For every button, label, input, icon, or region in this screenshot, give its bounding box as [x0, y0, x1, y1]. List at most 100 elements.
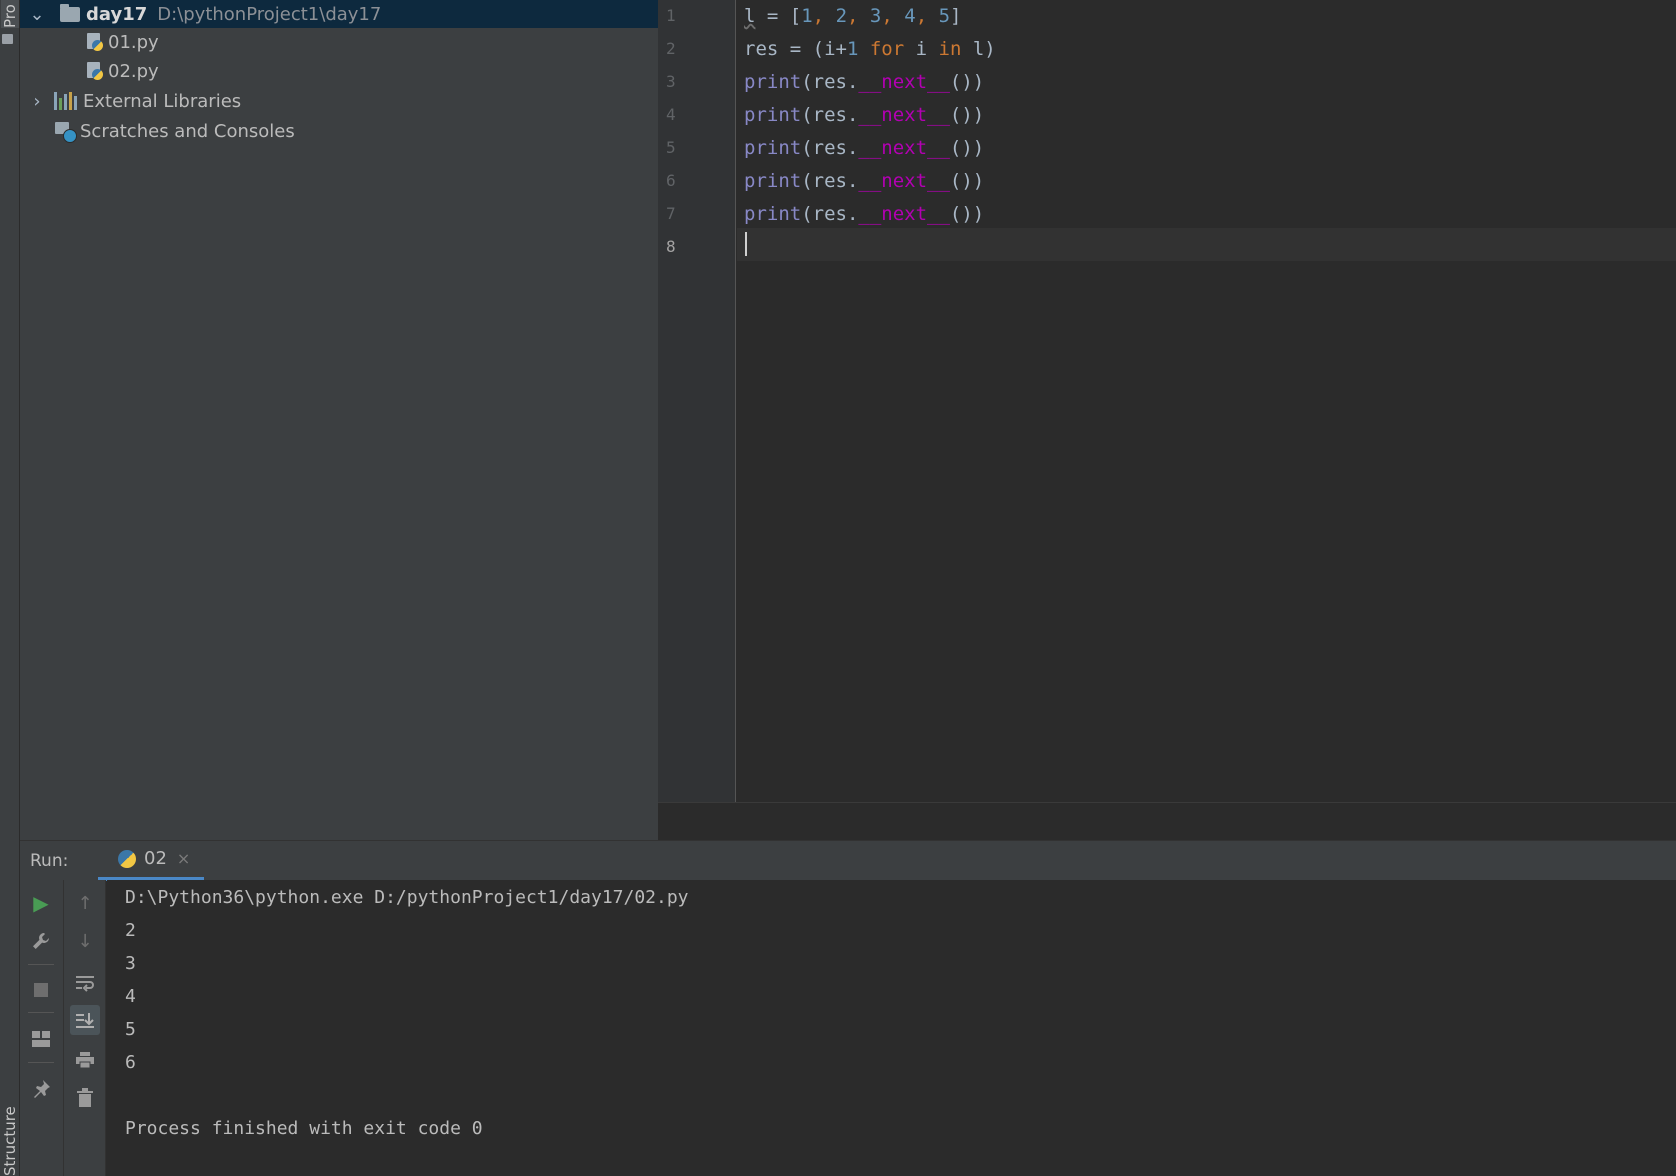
print-icon[interactable] — [70, 1045, 100, 1075]
file-name: 02.py — [108, 60, 159, 82]
code-token: , — [847, 5, 870, 27]
stop-icon[interactable] — [26, 975, 56, 1005]
run-tab-label: 02 — [144, 848, 167, 869]
line-number: 5 — [666, 138, 676, 157]
toolbar-divider — [63, 880, 64, 1176]
code-token: 1 — [846, 38, 859, 60]
chevron-down-icon[interactable]: ⌄ — [28, 4, 46, 25]
toolbar-separator — [28, 1062, 54, 1063]
code-token: (res. — [801, 170, 859, 192]
toolbar-separator — [28, 964, 54, 965]
line-number: 7 — [666, 204, 676, 223]
code-token: , — [812, 5, 836, 27]
code-token: (res. — [801, 71, 859, 93]
code-line-7[interactable]: print(res.__next__()) — [744, 198, 984, 231]
folder-path: D:\pythonProject1\day17 — [157, 3, 382, 25]
run-panel-header: Run: 02 × — [20, 840, 1676, 881]
line-number: 3 — [666, 72, 676, 91]
code-token: __next__ — [858, 71, 950, 93]
console-line: 3 — [125, 953, 136, 974]
code-line-5[interactable]: print(res.__next__()) — [744, 132, 984, 165]
layout-icon[interactable] — [26, 1024, 56, 1054]
code-editor[interactable]: 1 2 3 4 5 6 7 8 l = [1, 2, 3, 4, 5] res … — [658, 0, 1676, 802]
scroll-to-end-icon[interactable] — [70, 1005, 100, 1035]
code-token: i — [904, 38, 939, 60]
line-number-gutter: 1 2 3 4 5 6 7 8 — [658, 0, 736, 802]
arrow-up-icon[interactable]: ↑ — [70, 888, 100, 918]
tree-item-02-py[interactable]: 02.py — [86, 57, 159, 85]
code-token: ()) — [949, 104, 985, 126]
code-token: 3 — [869, 5, 882, 27]
run-console-output[interactable]: D:\Python36\python.exe D:/pythonProject1… — [107, 880, 1676, 1176]
file-name: 01.py — [108, 31, 159, 53]
console-line: Process finished with exit code 0 — [125, 1118, 483, 1139]
code-token: ()) — [949, 170, 985, 192]
arrow-down-icon[interactable]: ↓ — [70, 926, 100, 956]
code-line-3[interactable]: print(res.__next__()) — [744, 66, 984, 99]
wrench-icon[interactable] — [26, 926, 56, 956]
line-number: 4 — [666, 105, 676, 124]
python-icon — [118, 849, 136, 868]
code-token: (res. — [801, 203, 859, 225]
trash-icon[interactable] — [70, 1083, 100, 1113]
tree-item-external-libraries[interactable]: › External Libraries — [20, 87, 241, 115]
code-token: l) — [961, 38, 996, 60]
code-line-4[interactable]: print(res.__next__()) — [744, 99, 984, 132]
code-token: 2 — [835, 5, 848, 27]
project-tree-panel: ⌄ day17 D:\pythonProject1\day17 01.py 02… — [20, 0, 658, 840]
tree-item-01-py[interactable]: 01.py — [86, 28, 159, 56]
left-tool-strip: Pro Structure — [0, 0, 20, 1176]
line-number: 6 — [666, 171, 676, 190]
code-token: print — [744, 71, 802, 93]
tree-label: External Libraries — [83, 90, 242, 112]
tree-item-scratches[interactable]: Scratches and Consoles — [20, 117, 295, 145]
tree-item-day17[interactable]: ⌄ day17 D:\pythonProject1\day17 — [20, 0, 658, 28]
code-token: __next__ — [858, 203, 950, 225]
code-token: in — [938, 38, 962, 60]
run-toolbar: ▶ ↑ ↓ — [20, 880, 106, 1176]
library-icon — [54, 92, 77, 110]
folder-name: day17 — [86, 3, 148, 25]
folder-icon[interactable] — [2, 34, 13, 44]
code-line-1[interactable]: l = [1, 2, 3, 4, 5] — [744, 0, 962, 33]
code-line-6[interactable]: print(res.__next__()) — [744, 165, 984, 198]
console-line: D:\Python36\python.exe D:/pythonProject1… — [125, 887, 689, 908]
console-line: 5 — [125, 1019, 136, 1040]
console-line: 6 — [125, 1052, 136, 1073]
python-file-icon — [86, 61, 104, 81]
console-line: 4 — [125, 986, 136, 1007]
code-token: print — [744, 104, 802, 126]
chevron-right-icon[interactable]: › — [28, 91, 46, 112]
code-token: ()) — [949, 203, 985, 225]
code-token: print — [744, 203, 802, 225]
python-file-icon — [86, 32, 104, 52]
code-token: __next__ — [858, 137, 950, 159]
scratches-icon — [54, 120, 77, 143]
run-label: Run: — [30, 850, 69, 871]
line-number: 8 — [666, 237, 676, 256]
structure-tool-tab[interactable]: Structure — [1, 1106, 19, 1176]
console-line: 2 — [125, 920, 136, 941]
toolbar-separator — [28, 1012, 54, 1013]
code-token: ] — [950, 5, 962, 27]
code-token: (res. — [801, 104, 859, 126]
code-token: __next__ — [858, 104, 950, 126]
code-line-2[interactable]: res = (i+1 for i in l) — [744, 33, 996, 66]
code-token: 4 — [904, 5, 916, 27]
soft-wrap-icon[interactable] — [70, 968, 100, 998]
close-icon[interactable]: × — [177, 849, 190, 868]
pin-icon[interactable] — [26, 1074, 56, 1104]
current-line-highlight — [737, 228, 1676, 261]
line-number: 1 — [666, 6, 676, 25]
code-token: l — [744, 5, 756, 27]
run-tab-02[interactable]: 02 × — [98, 841, 205, 881]
rerun-icon[interactable]: ▶ — [26, 888, 56, 918]
code-token: print — [744, 137, 802, 159]
code-token: for — [869, 38, 905, 60]
code-token: (res. — [801, 137, 859, 159]
code-token: 1 — [801, 5, 813, 27]
code-token: ()) — [949, 137, 985, 159]
project-tool-tab[interactable]: Pro — [1, 0, 19, 28]
code-token: print — [744, 170, 802, 192]
